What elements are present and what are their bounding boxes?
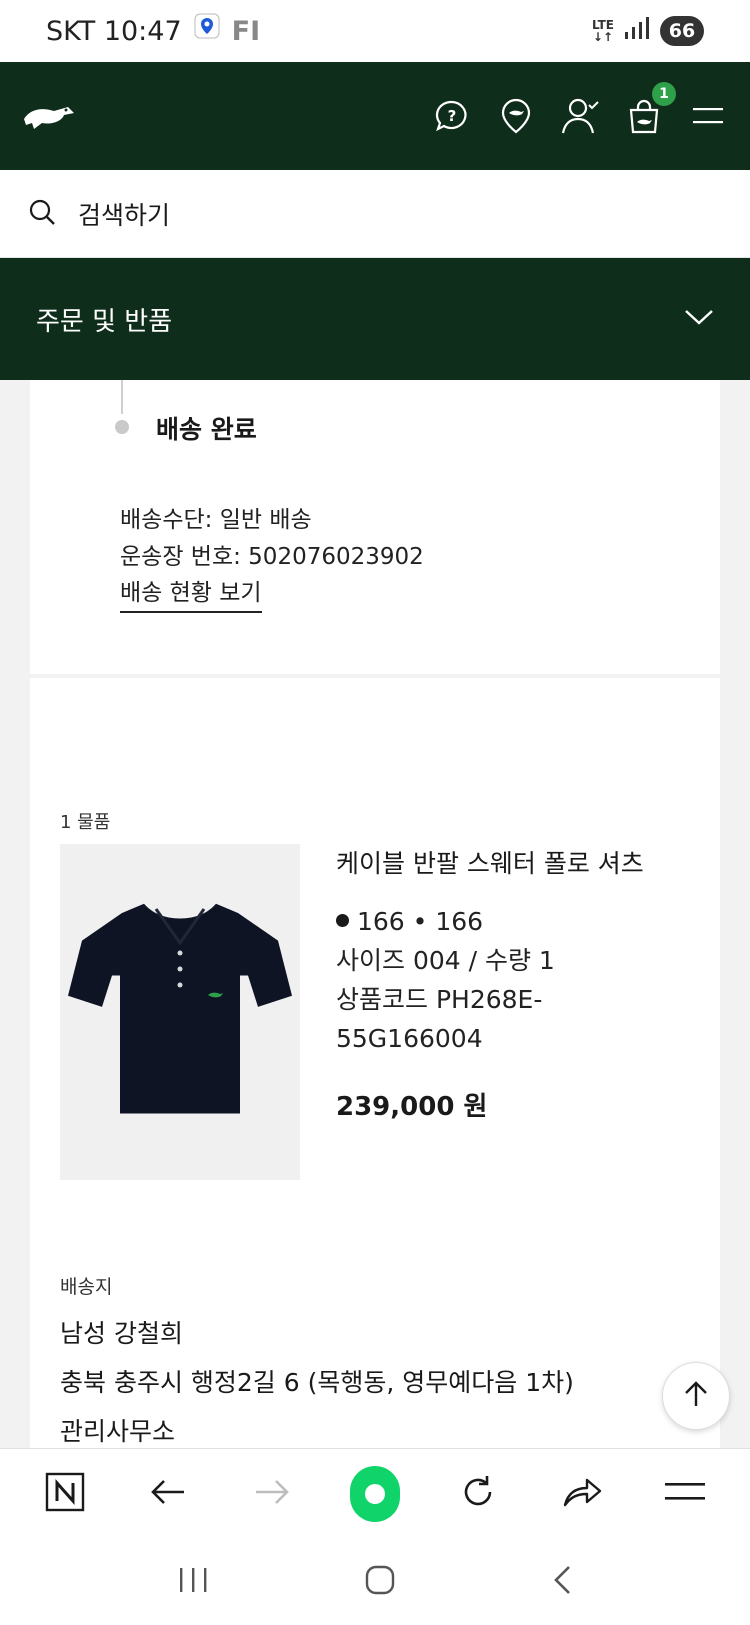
product-image[interactable] [60, 844, 300, 1180]
home-button[interactable] [349, 1465, 400, 1522]
signal-icon [624, 16, 650, 47]
lte-indicator: LTE ↓↑ [592, 19, 614, 43]
battery-indicator: 66 [660, 16, 704, 46]
naver-n-icon [45, 1472, 85, 1516]
delivery-card: 배송 완료 배송수단: 일반 배송 운송장 번호: 502076023902 배… [30, 380, 720, 674]
shipping-address-detail: 관리사무소 [60, 1417, 176, 1446]
product-color: 166 • 166 [336, 902, 706, 941]
cart-count-badge: 1 [652, 82, 676, 106]
hamburger-icon [664, 1480, 705, 1508]
menu-icon[interactable] [688, 96, 728, 136]
naver-button[interactable] [40, 1469, 90, 1519]
green-dot-icon [349, 1465, 400, 1522]
back-icon[interactable] [551, 1564, 573, 1600]
carrier-time: SKT 10:47 [46, 15, 182, 47]
section-title: 주문 및 반품 [36, 306, 173, 337]
refresh-icon [460, 1474, 496, 1514]
app-notification: FI [231, 15, 261, 47]
delivery-method: 배송수단: 일반 배송 [120, 507, 312, 533]
share-icon [562, 1476, 602, 1512]
browser-menu-button[interactable] [660, 1469, 710, 1519]
product-size-qty: 사이즈 004 / 수량 1 [336, 946, 555, 975]
product-name[interactable]: 케이블 반팔 스웨터 폴로 셔츠 [336, 844, 706, 880]
orders-returns-accordion[interactable]: 주문 및 반품 [0, 258, 750, 380]
scroll-top-button[interactable] [662, 1362, 730, 1430]
search-icon [28, 198, 56, 230]
recipient-name: 남성 강철희 [60, 1319, 183, 1348]
product-color-text: 166 • 166 [357, 907, 484, 936]
store-locator-icon[interactable] [496, 96, 536, 136]
search-bar[interactable]: 검색하기 [0, 170, 750, 258]
timeline-dot [115, 420, 129, 434]
cart-icon[interactable]: 1 [624, 82, 676, 136]
tracking-number: 운송장 번호: 502076023902 [120, 544, 424, 570]
data-arrows-icon: ↓↑ [592, 30, 614, 44]
timeline-line [121, 380, 123, 414]
chevron-down-icon[interactable] [684, 308, 714, 330]
system-navigation [0, 1538, 750, 1625]
arrow-up-icon [683, 1380, 709, 1412]
product-code-line2: 55G166004 [336, 1024, 483, 1053]
delivery-status: 배송 완료 [156, 415, 257, 444]
home-icon[interactable] [364, 1564, 396, 1600]
arrow-left-icon [150, 1478, 186, 1510]
refresh-button[interactable] [453, 1469, 503, 1519]
account-icon[interactable] [560, 96, 600, 136]
color-swatch [336, 914, 349, 927]
status-right: LTE ↓↑ 66 [592, 16, 704, 47]
lacoste-logo-icon[interactable] [22, 99, 76, 133]
item-count: 1 물품 [60, 812, 111, 833]
search-input[interactable]: 검색하기 [78, 196, 170, 232]
page: SKT 10:47 FI LTE ↓↑ 66 ? 1 검색하기 주문 및 반품 … [0, 0, 750, 1625]
product-price: 239,000 원 [336, 1092, 488, 1122]
status-left: SKT 10:47 FI [46, 13, 260, 50]
shipping-address: 충북 충주시 행정2길 6 (목행동, 영무예다음 1차) [60, 1368, 574, 1397]
arrow-right-icon [254, 1478, 290, 1510]
header-icons: ? 1 [432, 82, 728, 136]
share-button[interactable] [557, 1469, 607, 1519]
product-info: 케이블 반팔 스웨터 폴로 셔츠 166 • 166 사이즈 004 / 수량 … [336, 844, 706, 1123]
order-item-card: 1 물품 케이블 반팔 스웨터 폴로 셔츠 166 • 166 사이즈 004 … [30, 678, 720, 1448]
svg-text:?: ? [448, 107, 457, 125]
product-code-line1: 상품코드 PH268E- [336, 985, 543, 1014]
view-tracking-link[interactable]: 배송 현황 보기 [120, 573, 262, 613]
browser-toolbar [0, 1448, 750, 1538]
back-button[interactable] [143, 1469, 193, 1519]
location-icon [194, 13, 220, 50]
shipping-label: 배송지 [60, 1276, 113, 1298]
help-icon[interactable]: ? [432, 96, 472, 136]
forward-button[interactable] [247, 1469, 297, 1519]
site-header: ? 1 [0, 62, 750, 170]
recent-apps-icon[interactable] [177, 1566, 209, 1598]
status-bar: SKT 10:47 FI LTE ↓↑ 66 [0, 0, 750, 62]
